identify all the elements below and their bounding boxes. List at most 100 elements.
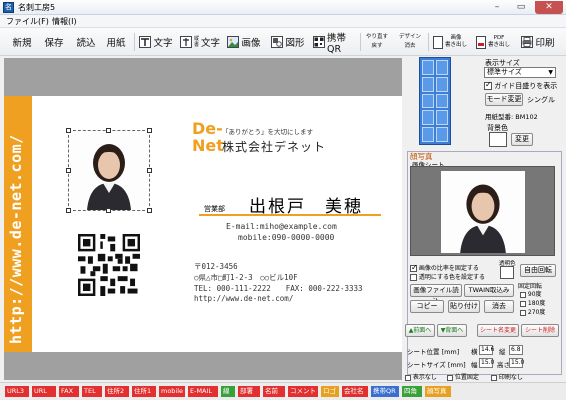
guide-option[interactable]: ガイド目盛りを表示: [484, 80, 557, 91]
shape-button[interactable]: 図形: [268, 31, 308, 53]
mode-change-button[interactable]: モード変更: [485, 93, 523, 106]
hide-checkbox[interactable]: [405, 374, 411, 381]
card-slot[interactable]: [436, 93, 448, 109]
transparent-option[interactable]: 透明にする色を設定する: [410, 272, 485, 281]
transparent-checkbox[interactable]: [410, 274, 417, 281]
print-button[interactable]: 印刷: [518, 31, 558, 53]
bg-color-change-button[interactable]: 変更: [511, 133, 533, 146]
vertical-position-input[interactable]: 6.8: [509, 345, 523, 355]
hide-option[interactable]: 表示なし: [405, 372, 437, 381]
bring-front-button[interactable]: ▲前面へ: [405, 324, 435, 337]
business-card[interactable]: http://www.de-net.com/ De- Net 「ありがとう」を大…: [4, 96, 402, 352]
card-layout-thumbnail[interactable]: [419, 57, 451, 145]
name-underline[interactable]: [199, 214, 381, 216]
company-name[interactable]: 株式会社デネット: [222, 138, 326, 155]
bg-color-swatch[interactable]: [489, 132, 507, 147]
comment-text[interactable]: 「ありがとう」を大切にします: [222, 126, 313, 136]
resize-handle[interactable]: [66, 168, 71, 173]
object-tag[interactable]: URL3: [5, 386, 29, 397]
no-print-option[interactable]: 印刷なし: [491, 372, 523, 381]
url-stripe[interactable]: http://www.de-net.com/: [4, 96, 32, 352]
image-sheet-preview[interactable]: [410, 166, 555, 256]
rotate-180-checkbox[interactable]: [520, 300, 526, 307]
object-tag[interactable]: mobile: [159, 386, 185, 397]
rename-sheet-button[interactable]: シート名変更: [477, 324, 519, 337]
height-input[interactable]: 15.0: [509, 358, 524, 368]
card-slot[interactable]: [436, 127, 448, 142]
display-size-select[interactable]: 標準サイズ ▼: [484, 67, 556, 78]
fix-ratio-checkbox[interactable]: [410, 263, 418, 272]
delete-button[interactable]: 消去: [484, 300, 514, 313]
fix-ratio-option[interactable]: 画像の比率を固定する: [410, 263, 479, 272]
paper-button[interactable]: 用紙: [102, 31, 130, 53]
resize-handle[interactable]: [106, 208, 111, 213]
text-button[interactable]: 文字: [136, 31, 176, 53]
resize-handle[interactable]: [66, 128, 71, 133]
send-back-button[interactable]: ▼背面へ: [437, 324, 467, 337]
read-button[interactable]: 読込: [72, 31, 100, 53]
vertical-text-button[interactable]: 縦 書 文字: [178, 31, 222, 53]
resize-handle[interactable]: [66, 208, 71, 213]
rotate-270-checkbox[interactable]: [520, 309, 526, 316]
rotate-180-option[interactable]: 180度: [520, 298, 545, 307]
card-slot[interactable]: [422, 127, 434, 142]
new-button[interactable]: 新規: [8, 31, 36, 53]
card-slot[interactable]: [422, 93, 434, 109]
qr-code[interactable]: [78, 234, 140, 296]
image-export-button[interactable]: 画像 書き出し: [430, 31, 470, 53]
undo-button[interactable]: やり直す 戻す: [362, 31, 392, 53]
resize-handle[interactable]: [147, 168, 152, 173]
transparent-color-swatch[interactable]: [500, 266, 514, 279]
object-tag[interactable]: TEL: [82, 386, 102, 397]
email-text[interactable]: E-mail:miho@example.com: [226, 222, 337, 231]
rotate-270-option[interactable]: 270度: [520, 307, 545, 316]
card-slot[interactable]: [422, 110, 434, 126]
object-tag[interactable]: 住所1: [132, 386, 156, 397]
no-print-checkbox[interactable]: [491, 374, 497, 381]
paste-button[interactable]: 貼り付け: [448, 300, 480, 313]
close-button[interactable]: ✕: [535, 1, 563, 14]
width-input[interactable]: 15.0: [479, 358, 494, 368]
load-image-button[interactable]: 画像ファイル読込: [410, 284, 462, 305]
card-slot[interactable]: [436, 110, 448, 126]
object-tag[interactable]: 四角: [402, 386, 422, 397]
rotate-90-option[interactable]: 90度: [520, 289, 542, 298]
menu-file[interactable]: ファイル(F): [6, 16, 49, 27]
object-tag[interactable]: 線: [221, 386, 235, 397]
url-text[interactable]: http://www.de-net.com/: [194, 294, 293, 303]
face-photo-frame[interactable]: [68, 130, 150, 211]
mobile-qr-button[interactable]: 携帯QR: [312, 31, 358, 55]
maximize-button[interactable]: ▭: [510, 1, 532, 14]
card-slot[interactable]: [422, 60, 434, 75]
fixed-position-checkbox[interactable]: [447, 374, 453, 381]
object-tag[interactable]: FAX: [59, 386, 79, 397]
object-tag[interactable]: 名前: [263, 386, 285, 397]
object-tag[interactable]: E-MAIL: [188, 386, 218, 397]
resize-handle[interactable]: [147, 128, 152, 133]
tel-fax-text[interactable]: TEL: 000-111-2222 FAX: 000-222-3333: [194, 283, 363, 294]
fixed-position-option[interactable]: 位置固定: [447, 372, 479, 381]
pdf-export-button[interactable]: PDF 書き出し: [472, 31, 514, 53]
card-slot[interactable]: [436, 76, 448, 92]
object-tag[interactable]: コメント: [288, 386, 318, 397]
free-rotate-button[interactable]: 自由回転: [520, 264, 556, 277]
horizontal-position-input[interactable]: 14.6: [479, 345, 494, 355]
object-tag[interactable]: 住所2: [105, 386, 129, 397]
object-tag[interactable]: 顔写真: [425, 386, 451, 397]
menu-info[interactable]: 情報(I): [52, 16, 77, 27]
resize-handle[interactable]: [106, 128, 111, 133]
card-slot[interactable]: [422, 76, 434, 92]
postal-code[interactable]: 〒012-3456: [194, 261, 238, 272]
card-slot[interactable]: [436, 60, 448, 75]
object-tag[interactable]: 会社名: [342, 386, 368, 397]
delete-sheet-button[interactable]: シート削除: [521, 324, 559, 337]
object-tag[interactable]: 部署: [238, 386, 260, 397]
save-button[interactable]: 保存: [40, 31, 68, 53]
resize-handle[interactable]: [147, 208, 152, 213]
copy-button[interactable]: コピー: [410, 300, 444, 313]
design-canvas[interactable]: http://www.de-net.com/ De- Net 「ありがとう」を大…: [4, 58, 402, 380]
clear-design-button[interactable]: デザイン 消去: [394, 31, 426, 53]
twain-button[interactable]: TWAIN取込み: [464, 284, 514, 297]
department-text[interactable]: 営業部: [204, 204, 225, 214]
object-tag[interactable]: ロゴ: [321, 386, 339, 397]
